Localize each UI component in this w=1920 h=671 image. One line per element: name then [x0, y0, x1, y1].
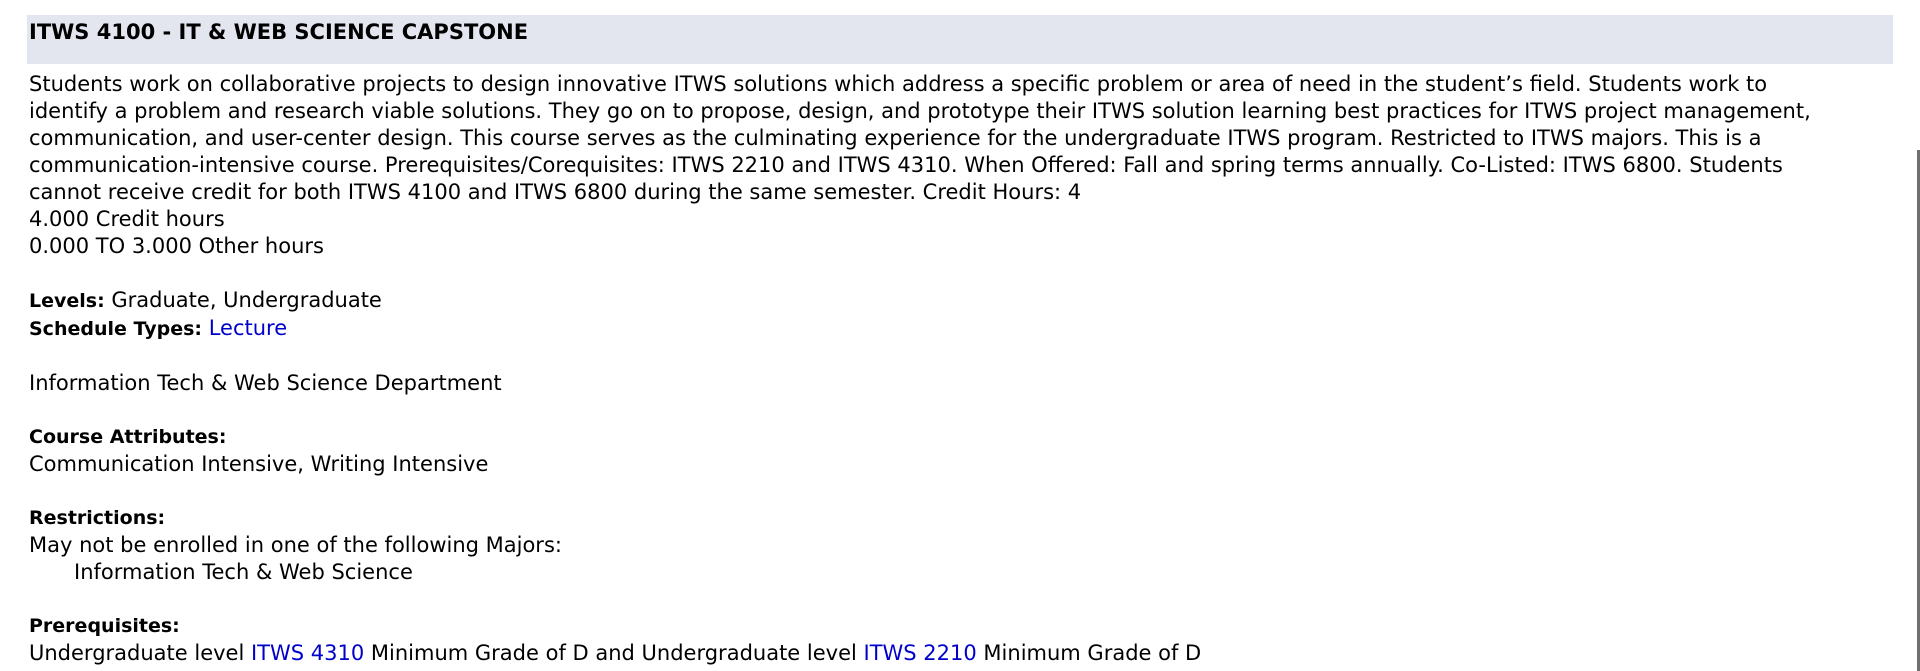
prerequisites-label: Prerequisites: [29, 615, 180, 637]
prereq-link-itws-2210[interactable]: ITWS 2210 [864, 641, 977, 665]
course-header: ITWS 4100 - IT & WEB SCIENCE CAPSTONE [27, 15, 1893, 64]
course-attributes-value: Communication Intensive, Writing Intensi… [29, 452, 489, 476]
department: Information Tech & Web Science Departmen… [29, 371, 502, 395]
description-line: Students work on collaborative projects … [29, 72, 1768, 96]
description-line: cannot receive credit for both ITWS 4100… [29, 180, 1082, 204]
course-title: ITWS 4100 - IT & WEB SCIENCE CAPSTONE [29, 20, 529, 44]
course-details: Students work on collaborative projects … [29, 71, 1893, 667]
prereq-text: Undergraduate level [29, 641, 251, 665]
description-line: communication-intensive course. Prerequi… [29, 153, 1783, 177]
prereq-link-itws-4310[interactable]: ITWS 4310 [251, 641, 364, 665]
restrictions-text: May not be enrolled in one of the follow… [29, 533, 562, 557]
restricted-major: Information Tech & Web Science [74, 560, 413, 584]
prereq-text: Minimum Grade of D [976, 641, 1202, 665]
schedule-types-row: Schedule Types: Lecture [29, 315, 1893, 343]
prerequisites-row: Undergraduate level ITWS 4310 Minimum Gr… [29, 640, 1893, 667]
course-attributes-label: Course Attributes: [29, 426, 227, 448]
levels-label: Levels: [29, 290, 105, 312]
schedule-type-link[interactable]: Lecture [209, 316, 287, 340]
prereq-text: Minimum Grade of D and Undergraduate lev… [364, 641, 864, 665]
other-hours: 0.000 TO 3.000 Other hours [29, 234, 324, 258]
description-line: identify a problem and research viable s… [29, 99, 1811, 123]
levels-value: Graduate, Undergraduate [111, 288, 382, 312]
restrictions-label: Restrictions: [29, 507, 166, 529]
levels-row: Levels: Graduate, Undergraduate [29, 287, 1893, 315]
credit-hours: 4.000 Credit hours [29, 207, 225, 231]
schedule-types-label: Schedule Types: [29, 318, 202, 340]
description-line: communication, and user-center design. T… [29, 126, 1762, 150]
